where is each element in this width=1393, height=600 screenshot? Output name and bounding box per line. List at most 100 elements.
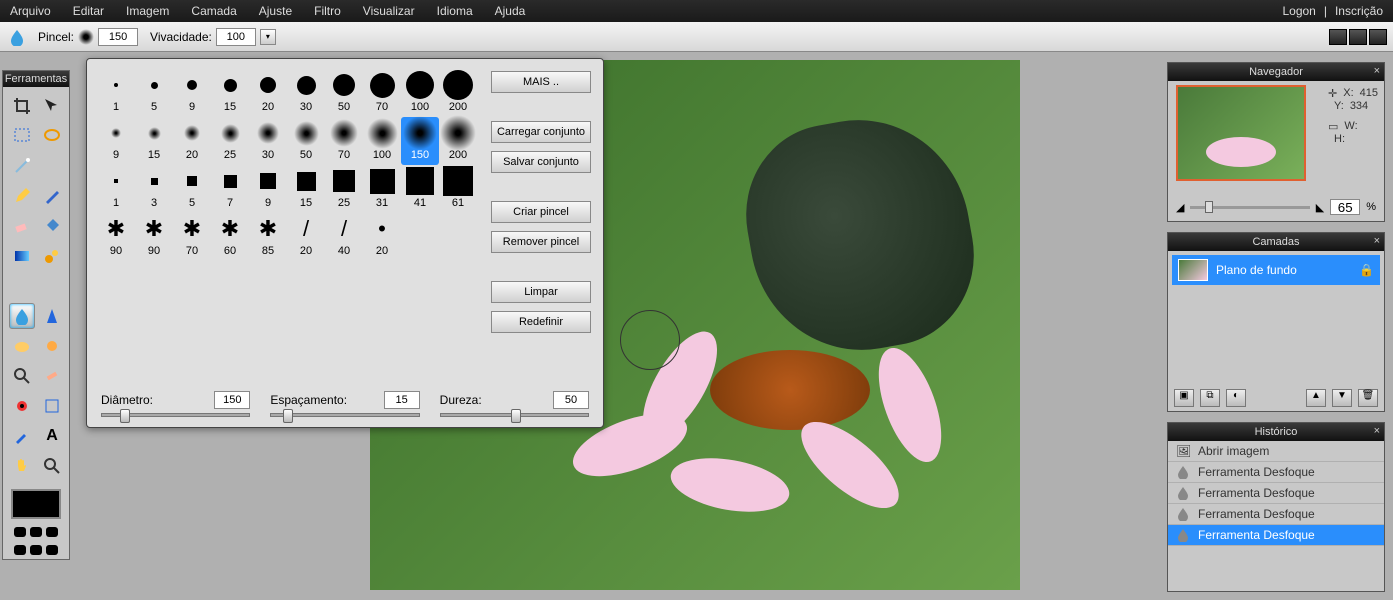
layer-row[interactable]: Plano de fundo 🔒	[1172, 255, 1380, 285]
heal-tool[interactable]	[39, 363, 65, 389]
brush-preset-41[interactable]: 41	[401, 165, 439, 213]
brush-preset-40[interactable]: /40	[325, 213, 363, 261]
menu-logon[interactable]: Logon	[1282, 4, 1315, 18]
menu-ajuste[interactable]: Ajuste	[259, 4, 292, 18]
zoom2-tool[interactable]	[39, 453, 65, 479]
menu-imagem[interactable]: Imagem	[126, 4, 169, 18]
lasso-tool[interactable]	[39, 123, 65, 149]
brush-load-button[interactable]: Carregar conjunto	[491, 121, 591, 143]
vivacity-input[interactable]	[216, 28, 256, 46]
menu-filtro[interactable]: Filtro	[314, 4, 341, 18]
brush-preset-5[interactable]: 5	[173, 165, 211, 213]
brush-preset-100[interactable]: 100	[401, 69, 439, 117]
mask-layer-button[interactable]: ◐	[1226, 389, 1246, 407]
brush-preset-50[interactable]: 50	[325, 69, 363, 117]
brush-size-input[interactable]	[98, 28, 138, 46]
close-icon[interactable]: ×	[1374, 235, 1380, 247]
brush-more-button[interactable]: MAIS ..	[491, 71, 591, 93]
brush-preset-25[interactable]: 25	[211, 117, 249, 165]
color-presets-2[interactable]	[3, 541, 69, 559]
vivacity-dropdown[interactable]: ▾	[260, 29, 276, 45]
lock-icon[interactable]: 🔒	[1359, 263, 1374, 277]
history-item[interactable]: Ferramenta Desfoque	[1168, 483, 1384, 504]
hand-tool[interactable]	[9, 453, 35, 479]
brush-preset-70[interactable]: 70	[363, 69, 401, 117]
history-item[interactable]: 🖼Abrir imagem	[1168, 441, 1384, 462]
foreground-color[interactable]	[11, 489, 61, 519]
sharpen-tool[interactable]	[39, 303, 65, 329]
brush-remove-button[interactable]: Remover pincel	[491, 231, 591, 253]
brush-reset-button[interactable]: Redefinir	[491, 311, 591, 333]
hardness-slider[interactable]: Dureza:	[440, 391, 589, 417]
move-tool[interactable]	[39, 93, 65, 119]
brush-preset-7[interactable]: 7	[211, 165, 249, 213]
min-button[interactable]	[1329, 29, 1347, 45]
menu-ajuda[interactable]: Ajuda	[495, 4, 526, 18]
menu-idioma[interactable]: Idioma	[437, 4, 473, 18]
zoom-in-icon[interactable]: ◣	[1316, 201, 1324, 214]
close-button[interactable]	[1369, 29, 1387, 45]
text-tool[interactable]: A	[39, 423, 65, 449]
brush-preset-9[interactable]: 9	[97, 117, 135, 165]
brush-preset-150[interactable]: 150	[401, 117, 439, 165]
brush-preset-200[interactable]: 200	[439, 69, 477, 117]
brush-preset-1[interactable]: 1	[97, 69, 135, 117]
brush-preset-60[interactable]: ✱60	[211, 213, 249, 261]
wand-tool[interactable]	[9, 153, 35, 179]
clone-tool[interactable]	[39, 243, 65, 269]
brush-tool[interactable]	[39, 183, 65, 209]
brush-preset-20[interactable]: 20	[249, 69, 287, 117]
menu-arquivo[interactable]: Arquivo	[10, 4, 51, 18]
menu-camada[interactable]: Camada	[191, 4, 236, 18]
navigator-thumbnail[interactable]	[1176, 85, 1306, 181]
brush-preset-5[interactable]: 5	[135, 69, 173, 117]
history-item[interactable]: Ferramenta Desfoque	[1168, 462, 1384, 483]
brush-preset-50[interactable]: 50	[287, 117, 325, 165]
brush-preset-100[interactable]: 100	[363, 117, 401, 165]
menu-visualizar[interactable]: Visualizar	[363, 4, 415, 18]
up-layer-button[interactable]: ▲	[1306, 389, 1326, 407]
brush-save-button[interactable]: Salvar conjunto	[491, 151, 591, 173]
brush-preset-90[interactable]: ✱90	[135, 213, 173, 261]
pencil-tool[interactable]	[9, 183, 35, 209]
brush-preset-85[interactable]: ✱85	[249, 213, 287, 261]
crop-tool[interactable]	[9, 93, 35, 119]
navigator-zoom[interactable]: ◢ ◣ %	[1176, 199, 1376, 215]
brush-preset-1[interactable]: 1	[97, 165, 135, 213]
smudge-tool[interactable]	[39, 273, 65, 299]
dodge-tool[interactable]	[39, 333, 65, 359]
brush-clear-button[interactable]: Limpar	[491, 281, 591, 303]
brush-preset-15[interactable]: 15	[135, 117, 173, 165]
menu-inscricao[interactable]: Inscrição	[1335, 4, 1383, 18]
down-layer-button[interactable]: ▼	[1332, 389, 1352, 407]
brush-preset-15[interactable]: 15	[287, 165, 325, 213]
delete-layer-button[interactable]: 🗑	[1358, 389, 1378, 407]
color-presets[interactable]	[3, 523, 69, 541]
brush-preset-90[interactable]: ✱90	[97, 213, 135, 261]
brush-preset-9[interactable]: 9	[249, 165, 287, 213]
diameter-slider[interactable]: Diâmetro:	[101, 391, 250, 417]
brush-preset-9[interactable]: 9	[173, 69, 211, 117]
history-item[interactable]: Ferramenta Desfoque	[1168, 504, 1384, 525]
eyedropper-tool[interactable]	[39, 153, 65, 179]
menu-editar[interactable]: Editar	[73, 4, 104, 18]
zoom-out-icon[interactable]: ◢	[1176, 201, 1184, 214]
zoom-tool[interactable]	[9, 363, 35, 389]
colorpicker-tool[interactable]	[9, 423, 35, 449]
brush-preset-70[interactable]: 70	[325, 117, 363, 165]
redeye-tool[interactable]	[9, 393, 35, 419]
brush-create-button[interactable]: Criar pincel	[491, 201, 591, 223]
hardness-input[interactable]	[553, 391, 589, 409]
eraser-tool[interactable]	[9, 213, 35, 239]
max-button[interactable]	[1349, 29, 1367, 45]
new-layer-button[interactable]: ▣	[1174, 389, 1194, 407]
brush-preset-31[interactable]: 31	[363, 165, 401, 213]
diameter-input[interactable]	[214, 391, 250, 409]
gradient-tool[interactable]	[9, 243, 35, 269]
brush-preset-61[interactable]: 61	[439, 165, 477, 213]
bucket-tool[interactable]	[39, 213, 65, 239]
close-icon[interactable]: ×	[1374, 65, 1380, 77]
brush-preset-25[interactable]: 25	[325, 165, 363, 213]
close-icon[interactable]: ×	[1374, 425, 1380, 437]
brush-preset-20[interactable]: 20	[173, 117, 211, 165]
